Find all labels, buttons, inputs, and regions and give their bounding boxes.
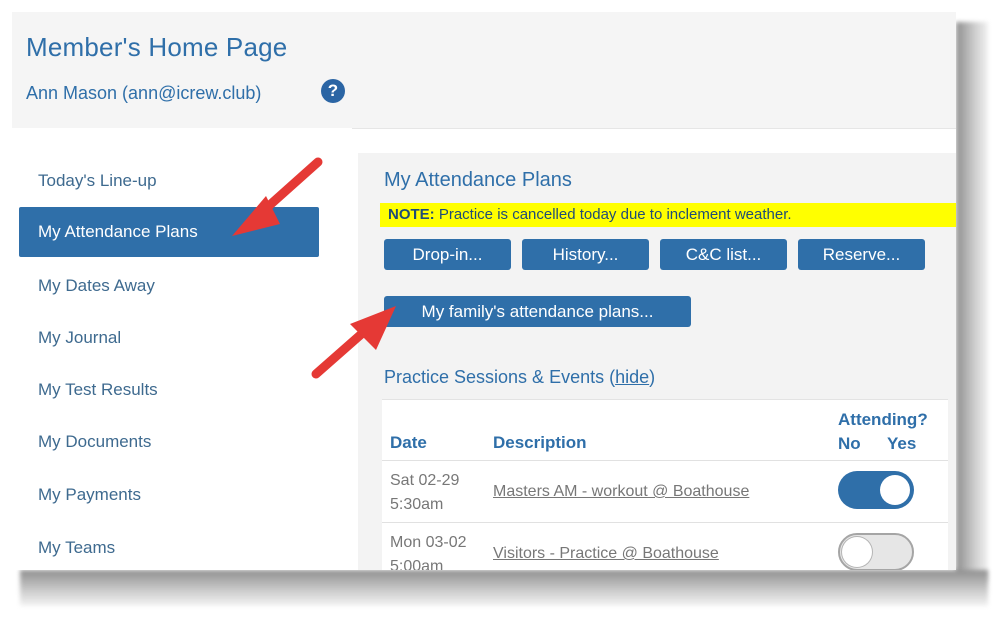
col-header-date: Date — [390, 433, 427, 452]
col-header-no: No — [838, 434, 861, 453]
attending-toggle[interactable] — [838, 471, 914, 509]
row-description-link[interactable]: Masters AM - workout @ Boathouse — [493, 483, 749, 501]
note-text: Practice is cancelled today due to incle… — [438, 206, 792, 223]
note-label: NOTE: — [388, 206, 435, 223]
sessions-table: Date Description Attending? No Yes Sat 0… — [382, 399, 948, 570]
table-row: Sat 02-29 5:30am Masters AM - workout @ … — [382, 460, 948, 523]
frame-shadow-right — [956, 22, 988, 582]
toggle-knob — [880, 475, 910, 505]
col-header-attending: Attending? — [838, 410, 928, 429]
section-title: My Attendance Plans — [384, 169, 572, 191]
screenshot-frame: Member's Home Page Ann Mason (ann@icrew.… — [12, 12, 956, 570]
row-date-day: Mon 03-02 — [390, 534, 467, 551]
reserve-button[interactable]: Reserve... — [798, 239, 925, 270]
sidebar-item-todays-lineup[interactable]: Today's Line-up — [19, 156, 319, 206]
table-row: Mon 03-02 5:00am Visitors - Practice @ B… — [382, 522, 948, 570]
dropin-button[interactable]: Drop-in... — [384, 239, 511, 270]
note-banner: NOTE: Practice is cancelled today due to… — [380, 203, 956, 227]
family-attendance-button[interactable]: My family's attendance plans... — [384, 296, 691, 327]
row-date-time: 5:30am — [390, 496, 444, 513]
col-header-yes: Yes — [887, 434, 917, 453]
sessions-title-close: ) — [649, 367, 656, 387]
cc-list-button[interactable]: C&C list... — [660, 239, 787, 270]
page-title: Member's Home Page — [26, 32, 288, 62]
sidebar-nav: Today's Line-up My Attendance Plans My D… — [12, 128, 352, 570]
sidebar-item-dates-away[interactable]: My Dates Away — [19, 261, 319, 311]
col-header-description: Description — [493, 433, 587, 452]
user-identity: Ann Mason (ann@icrew.club) — [26, 83, 262, 103]
row-date: Mon 03-02 5:00am — [390, 531, 467, 570]
row-date-time: 5:00am — [390, 558, 444, 570]
sidebar-item-attendance-plans[interactable]: My Attendance Plans — [19, 207, 319, 257]
sidebar-item-test-results[interactable]: My Test Results — [19, 365, 319, 415]
toggle-knob — [842, 537, 872, 567]
hide-sessions-link[interactable]: hide — [615, 367, 649, 387]
attending-toggle[interactable] — [838, 533, 914, 570]
row-date: Sat 02-29 5:30am — [390, 469, 459, 517]
sessions-title-text: Practice Sessions & Events ( — [384, 367, 616, 387]
page-header: Member's Home Page Ann Mason (ann@icrew.… — [12, 12, 956, 129]
sessions-title: Practice Sessions & Events (hide) — [384, 367, 655, 388]
row-description-link[interactable]: Visitors - Practice @ Boathouse — [493, 545, 719, 563]
frame-shadow-bottom — [20, 570, 988, 606]
sidebar-item-payments[interactable]: My Payments — [19, 470, 319, 520]
sidebar-item-teams[interactable]: My Teams — [19, 523, 319, 570]
attendance-panel: My Attendance Plans NOTE: Practice is ca… — [358, 153, 956, 570]
sidebar-item-documents[interactable]: My Documents — [19, 417, 319, 467]
help-icon[interactable]: ? — [321, 79, 345, 103]
history-button[interactable]: History... — [522, 239, 649, 270]
sidebar-item-journal[interactable]: My Journal — [19, 313, 319, 363]
row-date-day: Sat 02-29 — [390, 472, 460, 489]
